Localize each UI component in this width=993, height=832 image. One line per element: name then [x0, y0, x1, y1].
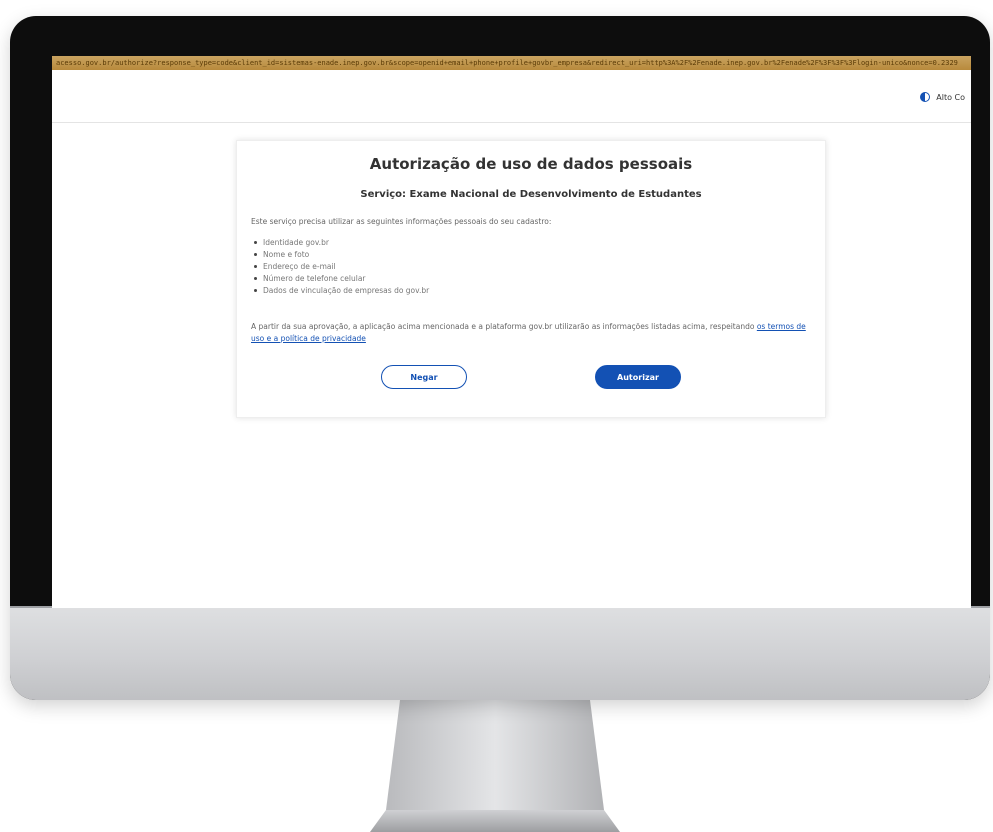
list-item: Nome e foto	[253, 249, 429, 261]
list-item: Número de telefone celular	[253, 273, 429, 285]
monitor: acesso.gov.br/authorize?response_type=co…	[10, 16, 990, 700]
intro-text: Este serviço precisa utilizar as seguint…	[251, 217, 552, 226]
deny-button[interactable]: Negar	[381, 365, 467, 389]
service-name: Serviço: Exame Nacional de Desenvolvimen…	[360, 189, 702, 200]
authorize-button[interactable]: Autorizar	[595, 365, 681, 389]
list-item: Dados de vinculação de empresas do gov.b…	[253, 286, 430, 295]
high-contrast-label: Alto Co	[936, 92, 965, 102]
site-header: Alto Co	[52, 70, 971, 123]
high-contrast-toggle[interactable]: Alto Co	[920, 92, 965, 102]
approval-note: A partir da sua aprovação, a aplicação a…	[251, 321, 811, 345]
monitor-chin	[10, 606, 990, 700]
page-title: Autorização de uso de dados pessoais	[369, 155, 693, 173]
list-item: Identidade gov.br	[253, 237, 429, 249]
consent-card: Autorização de uso de dados pessoais Ser…	[236, 140, 826, 418]
permission-list: Identidade gov.br Nome e foto Endereço d…	[251, 237, 429, 297]
list-item: Endereço de e-mail	[253, 261, 429, 273]
contrast-icon	[920, 92, 931, 102]
address-bar[interactable]: acesso.gov.br/authorize?response_type=co…	[52, 56, 971, 70]
approval-note-text: A partir da sua aprovação, a aplicação a…	[251, 322, 755, 331]
browser-screen: acesso.gov.br/authorize?response_type=co…	[52, 56, 971, 608]
